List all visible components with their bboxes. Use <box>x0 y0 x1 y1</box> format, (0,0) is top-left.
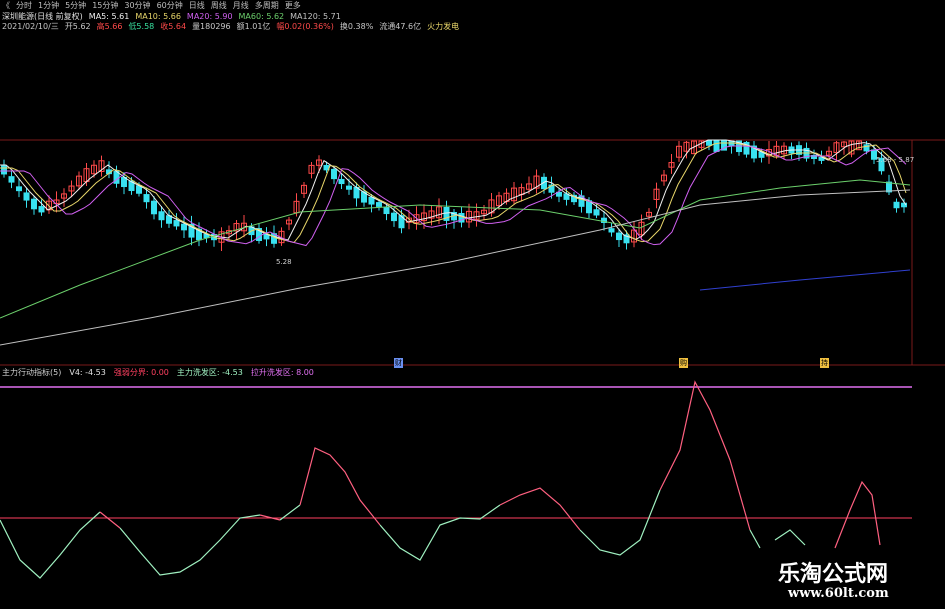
watermark-url: www.60lt.com <box>788 586 889 601</box>
low-price-label: 5.28 <box>276 258 292 266</box>
ma20-line <box>0 145 907 247</box>
watermark-brand: 乐淘公式网 <box>778 562 889 587</box>
indicator-v4: V4: -4.53 <box>69 368 106 377</box>
volume-ma-line <box>699 269 911 291</box>
indicator-line3: 拉升洗发区: 8.00 <box>250 368 314 377</box>
osc-segment <box>379 504 501 561</box>
osc-segment <box>579 489 661 556</box>
kline-chart[interactable]: 5.28 5.68 - 5.87 <box>0 0 945 609</box>
oscillator-panel <box>0 380 912 579</box>
indicator-info-bar: 主力行动指标(5) V4: -4.53 强弱分界: 0.00 主力洗发区: -4… <box>2 368 314 378</box>
moving-average-lines <box>0 139 911 346</box>
ma10-line <box>0 142 907 244</box>
osc-segment <box>299 447 381 526</box>
marker-hold[interactable]: 持 <box>820 358 829 368</box>
osc-segment <box>749 529 761 549</box>
marker-finance[interactable]: 财 <box>394 358 403 368</box>
osc-segment <box>99 511 121 529</box>
high-price-label: 5.68 - 5.87 <box>876 156 914 164</box>
osc-segment <box>774 529 806 546</box>
osc-segment <box>0 511 101 579</box>
marker-buy[interactable]: 购 <box>679 358 688 368</box>
candlestick-series <box>1 140 907 251</box>
osc-segment <box>659 380 751 531</box>
osc-segment <box>834 480 881 549</box>
indicator-line2: 主力洗发区: -4.53 <box>176 368 243 377</box>
ma60-line <box>0 179 911 319</box>
osc-segment <box>119 514 261 576</box>
indicator-line1: 强弱分界: 0.00 <box>113 368 169 377</box>
indicator-name[interactable]: 主力行动指标(5) <box>2 368 61 378</box>
osc-segment <box>499 487 581 531</box>
